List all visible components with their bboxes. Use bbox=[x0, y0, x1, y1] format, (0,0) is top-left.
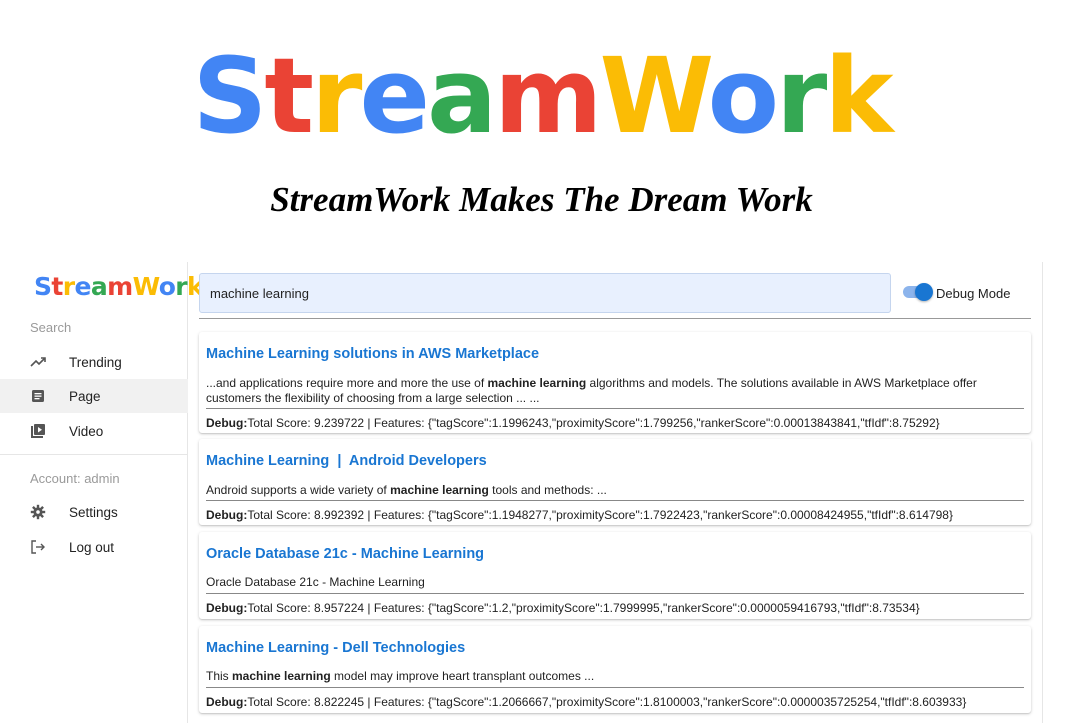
result-divider bbox=[206, 500, 1024, 501]
search-divider bbox=[199, 318, 1031, 319]
result-snippet: ...and applications require more and mor… bbox=[206, 376, 1026, 405]
result-snippet: This machine learning model may improve … bbox=[206, 669, 1026, 684]
sidebar-logo[interactable]: StreamWork bbox=[34, 272, 204, 301]
gear-icon bbox=[30, 504, 46, 520]
debug-text: Total Score: 8.822245 | Features: {"tagS… bbox=[247, 695, 967, 709]
snippet-text: Android supports a wide variety of bbox=[206, 483, 391, 497]
result-title-link[interactable]: Machine Learning solutions in AWS Market… bbox=[206, 346, 539, 362]
logo-letter: S bbox=[192, 35, 268, 157]
debug-label: Debug: bbox=[206, 601, 248, 615]
logo-letter: t bbox=[51, 272, 63, 301]
debug-text: Total Score: 9.239722 | Features: {"tagS… bbox=[247, 416, 940, 430]
logo-letter: m bbox=[107, 272, 133, 301]
debug-text: Total Score: 8.957224 | Features: {"tagS… bbox=[247, 601, 920, 615]
result-divider bbox=[206, 408, 1024, 409]
result-card: Machine Learning solutions in AWS Market… bbox=[199, 332, 1031, 433]
snippet-text: tools and methods: ... bbox=[488, 483, 607, 497]
sidebar-item-label: Page bbox=[69, 388, 101, 404]
snippet-text: ...and applications require more and mor… bbox=[206, 376, 488, 390]
result-debug: Debug:Total Score: 8.992392 | Features: … bbox=[206, 508, 953, 522]
result-debug: Debug:Total Score: 8.822245 | Features: … bbox=[206, 695, 966, 709]
debug-mode-toggle[interactable] bbox=[903, 283, 933, 301]
sidebar-item-settings[interactable]: Settings bbox=[0, 495, 188, 529]
result-debug: Debug:Total Score: 8.957224 | Features: … bbox=[206, 601, 920, 615]
logo-letter: r bbox=[175, 272, 187, 301]
debug-label: Debug: bbox=[206, 695, 248, 709]
logo-letter: r bbox=[62, 272, 75, 301]
logo-letter: m bbox=[494, 35, 602, 157]
logo-letter: k bbox=[824, 35, 893, 157]
logo-letter: t bbox=[264, 35, 314, 157]
result-title-link[interactable]: Machine Learning - Dell Technologies bbox=[206, 640, 465, 656]
article-icon bbox=[30, 388, 46, 404]
result-snippet: Oracle Database 21c - Machine Learning bbox=[206, 575, 1026, 590]
result-card: Machine Learning - Dell Technologies Thi… bbox=[199, 626, 1031, 713]
logo-letter: a bbox=[426, 35, 497, 157]
account-label: Account: admin bbox=[30, 471, 120, 486]
logo-letter: o bbox=[158, 272, 176, 301]
sidebar-item-label: Log out bbox=[69, 539, 115, 555]
sidebar-item-label: Video bbox=[69, 423, 104, 439]
result-divider bbox=[206, 593, 1024, 594]
result-title-link[interactable]: Machine Learning | Android Developers bbox=[206, 453, 487, 469]
highlighted-term: machine learning bbox=[487, 376, 587, 390]
tagline: StreamWork Makes The Dream Work bbox=[270, 180, 813, 219]
logo-letter: e bbox=[359, 35, 430, 157]
snippet-text: This bbox=[206, 669, 233, 683]
result-snippet: Android supports a wide variety of machi… bbox=[206, 483, 1026, 498]
debug-label: Debug: bbox=[206, 416, 248, 430]
result-debug: Debug:Total Score: 9.239722 | Features: … bbox=[206, 416, 940, 430]
sidebar-divider bbox=[0, 454, 188, 455]
sidebar-item-label: Trending bbox=[69, 354, 122, 370]
snippet-text: model may improve heart transplant outco… bbox=[330, 669, 595, 683]
sidebar-item-logout[interactable]: Log out bbox=[0, 530, 188, 564]
sidebar-item-trending[interactable]: Trending bbox=[0, 345, 188, 379]
debug-text: Total Score: 8.992392 | Features: {"tagS… bbox=[247, 508, 953, 522]
debug-label: Debug: bbox=[206, 508, 248, 522]
toggle-knob bbox=[915, 283, 933, 301]
logo-letter: r bbox=[776, 35, 827, 157]
logo-letter: a bbox=[90, 272, 108, 301]
logo-letter: o bbox=[707, 35, 779, 157]
content-right-border bbox=[1042, 262, 1043, 723]
logout-icon bbox=[30, 539, 46, 555]
search-input[interactable] bbox=[199, 273, 891, 313]
debug-mode-label: Debug Mode bbox=[936, 286, 1011, 301]
sidebar-item-video[interactable]: Video bbox=[0, 414, 188, 448]
logo-letter: W bbox=[599, 35, 711, 157]
hero-logo: StreamWork bbox=[0, 44, 1083, 148]
logo-letter: e bbox=[74, 272, 92, 301]
result-title-link[interactable]: Oracle Database 21c - Machine Learning bbox=[206, 546, 484, 562]
logo-letter: W bbox=[132, 272, 160, 301]
snippet-text: Oracle Database 21c - Machine Learning bbox=[206, 575, 425, 589]
trending-up-icon bbox=[30, 354, 46, 370]
logo-letter: r bbox=[311, 35, 362, 157]
sidebar-item-label: Settings bbox=[69, 504, 118, 520]
sidebar-item-page[interactable]: Page bbox=[0, 379, 188, 413]
logo-letter: S bbox=[34, 272, 52, 301]
result-card: Machine Learning | Android Developers An… bbox=[199, 439, 1031, 525]
search-section-label: Search bbox=[30, 320, 72, 335]
sidebar: StreamWork Search Trending Page Video Ac… bbox=[0, 262, 204, 723]
result-divider bbox=[206, 687, 1024, 688]
video-library-icon bbox=[30, 423, 46, 439]
result-card: Oracle Database 21c - Machine Learning O… bbox=[199, 532, 1031, 619]
highlighted-term: machine learning bbox=[390, 483, 489, 497]
highlighted-term: machine learning bbox=[232, 669, 331, 683]
